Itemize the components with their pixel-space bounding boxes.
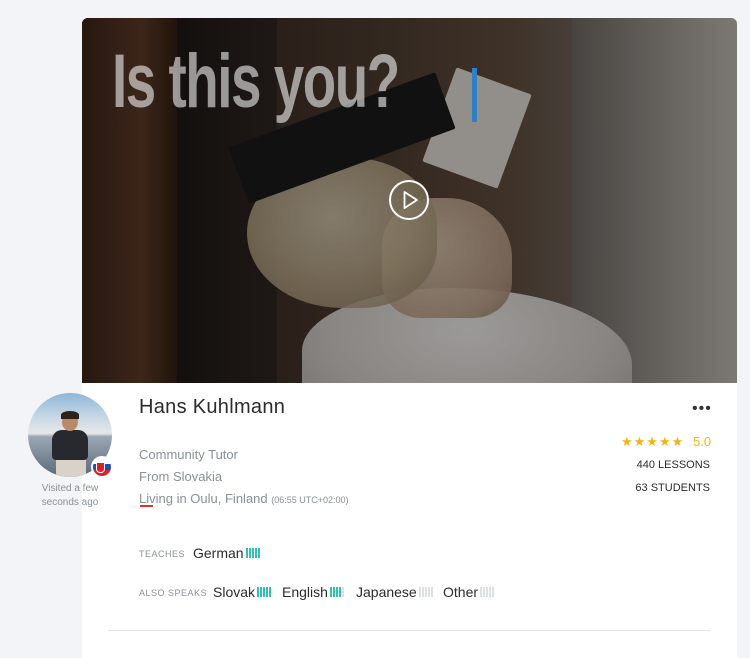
avatar-photo [50, 411, 90, 477]
slovakia-flag-icon [91, 456, 113, 478]
rating-value: 5.0 [693, 434, 712, 449]
language-level [329, 584, 345, 600]
tutor-name[interactable]: Hans Kuhlmann [139, 396, 285, 419]
more-options-icon[interactable]: ••• [692, 400, 712, 418]
also-speaks-label: ALSO SPEAKS [139, 588, 208, 598]
teaches-language-german: German [193, 545, 261, 561]
speaks-language-slovak: Slovak [213, 584, 272, 600]
last-visited: Visited a few seconds ago [41, 483, 99, 508]
tutor-role: Community Tutor [139, 447, 238, 462]
section-divider [108, 630, 710, 631]
tutor-card: Is this you? [82, 18, 737, 658]
tutor-location-text: Living in Oulu, Finland [139, 491, 268, 506]
speaks-language-other: Other [443, 584, 495, 600]
lessons-count: 440 LESSONS [636, 459, 710, 471]
tutor-origin: From Slovakia [139, 469, 223, 484]
language-name: Other [443, 584, 479, 600]
language-level [245, 545, 261, 561]
language-name: Japanese [356, 584, 417, 600]
tutor-location: Living in Oulu, Finland (06:55 UTC+02:00… [139, 491, 349, 506]
play-button[interactable] [389, 180, 429, 220]
rating-stars-icon: ★★★★★ [621, 434, 685, 449]
intro-video[interactable]: Is this you? [82, 18, 737, 383]
play-icon [403, 191, 418, 209]
accent-divider [140, 505, 153, 507]
language-name: German [193, 545, 244, 561]
students-count: 63 STUDENTS [635, 482, 710, 494]
language-level [418, 584, 434, 600]
language-level [480, 584, 495, 600]
text-caret [472, 68, 477, 122]
speaks-language-english: English [282, 584, 345, 600]
teaches-label: TEACHES [139, 549, 186, 559]
tutor-local-time: (06:55 UTC+02:00) [271, 495, 349, 505]
language-name: English [282, 584, 328, 600]
language-level [257, 584, 272, 600]
speaks-language-japanese: Japanese [356, 584, 434, 600]
video-headline: Is this you? [112, 39, 400, 124]
language-name: Slovak [213, 584, 256, 600]
